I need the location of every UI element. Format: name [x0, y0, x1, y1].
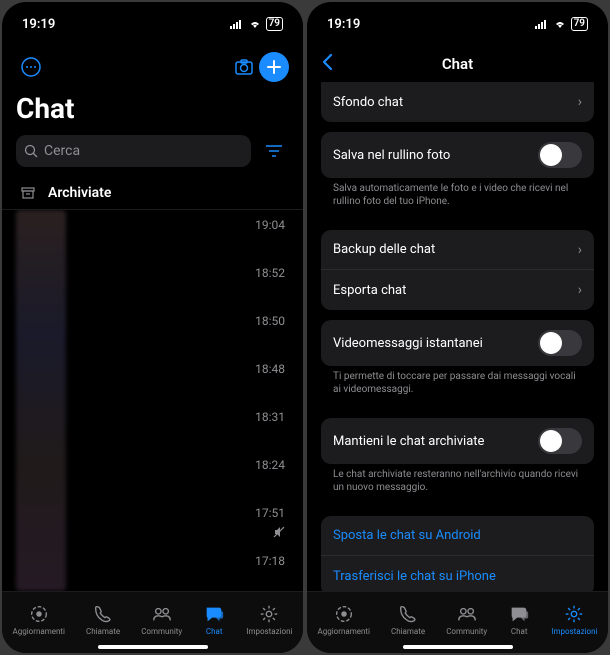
row-export-chat[interactable]: Esporta chat › — [321, 270, 594, 310]
chat-item[interactable]: 18:31 — [2, 402, 303, 450]
search-placeholder: Cerca — [44, 143, 80, 159]
chat-item[interactable]: 19:04 — [2, 210, 303, 258]
camera-button[interactable] — [229, 52, 259, 82]
muted-icon — [273, 523, 285, 542]
phone-chat-settings: 19:19 79 Chat Sfondo chat › Salva nel ru… — [307, 2, 608, 653]
status-time: 19:19 — [22, 17, 55, 32]
tab-bar: Aggiornamenti Chiamate Community Chat Im… — [307, 591, 608, 653]
archived-label: Archiviate — [48, 185, 111, 201]
phone-chat-list: 19:19 79 Chat Cerca Archiviate — [2, 2, 303, 653]
page-title: Chat — [307, 55, 608, 73]
filter-button[interactable] — [259, 136, 289, 166]
tab-settings[interactable]: Impostazioni — [551, 603, 597, 636]
instant-video-desc: Ti permette di toccare per passare dai m… — [321, 370, 594, 404]
toggle-instant-video[interactable] — [538, 330, 582, 356]
chat-item[interactable]: 18:50 — [2, 306, 303, 354]
row-move-android[interactable]: Sposta le chat su Android — [321, 516, 594, 556]
wifi-icon — [553, 19, 567, 29]
settings-scroll[interactable]: Sfondo chat › Salva nel rullino foto Sal… — [307, 82, 608, 591]
more-button[interactable] — [16, 52, 46, 82]
home-indicator[interactable] — [98, 645, 208, 649]
left-nav — [2, 46, 303, 86]
signal-icon — [230, 19, 244, 29]
chevron-right-icon: › — [578, 282, 582, 298]
search-input[interactable]: Cerca — [16, 135, 251, 167]
toggle-keep-archived[interactable] — [538, 428, 582, 454]
status-bar: 19:19 79 — [307, 2, 608, 46]
tab-calls[interactable]: Chiamate — [86, 603, 120, 636]
home-indicator[interactable] — [403, 645, 513, 649]
chat-item[interactable]: 18:48 — [2, 354, 303, 402]
status-time: 19:19 — [327, 17, 360, 32]
tab-settings[interactable]: Impostazioni — [246, 603, 292, 636]
tab-chat[interactable]: Chat — [203, 603, 225, 636]
tab-chat[interactable]: Chat — [508, 603, 530, 636]
row-keep-archived[interactable]: Mantieni le chat archiviate — [321, 418, 594, 464]
tab-updates[interactable]: Aggiornamenti — [13, 603, 65, 636]
tab-updates[interactable]: Aggiornamenti — [318, 603, 370, 636]
tab-bar: Aggiornamenti Chiamate Community Chat Im… — [2, 591, 303, 653]
chevron-right-icon: › — [578, 94, 582, 110]
keep-archived-desc: Le chat archiviate resteranno nell'archi… — [321, 468, 594, 502]
new-chat-button[interactable] — [259, 52, 289, 82]
save-camera-desc: Salva automaticamente le foto e i video … — [321, 182, 594, 216]
chat-item[interactable]: 18:52 — [2, 258, 303, 306]
chat-list[interactable]: 19:04 18:52 18:50 18:48 18:31 18:24 17:5… — [2, 210, 303, 591]
row-chat-backup[interactable]: Backup delle chat › — [321, 230, 594, 270]
tab-community[interactable]: Community — [141, 603, 182, 636]
chat-item[interactable]: 17:18 — [2, 546, 303, 591]
tab-community[interactable]: Community — [446, 603, 487, 636]
signal-icon — [535, 19, 549, 29]
wifi-icon — [248, 19, 262, 29]
chat-item[interactable]: 17:51 — [2, 498, 303, 546]
archive-icon — [20, 185, 36, 201]
right-nav: Chat — [307, 46, 608, 82]
page-title: Chat — [2, 86, 303, 135]
row-save-camera-roll[interactable]: Salva nel rullino foto — [321, 132, 594, 178]
chevron-right-icon: › — [578, 242, 582, 258]
row-wallpaper[interactable]: Sfondo chat › — [321, 82, 594, 122]
archived-row[interactable]: Archiviate — [2, 177, 303, 210]
battery-indicator: 79 — [266, 17, 283, 31]
chat-item[interactable]: 18:24 — [2, 450, 303, 498]
status-bar: 19:19 79 — [2, 2, 303, 46]
row-move-iphone[interactable]: Trasferisci le chat su iPhone — [321, 556, 594, 591]
tab-calls[interactable]: Chiamate — [391, 603, 425, 636]
row-instant-video[interactable]: Videomessaggi istantanei — [321, 320, 594, 366]
toggle-save-camera[interactable] — [538, 142, 582, 168]
battery-indicator: 79 — [571, 17, 588, 31]
